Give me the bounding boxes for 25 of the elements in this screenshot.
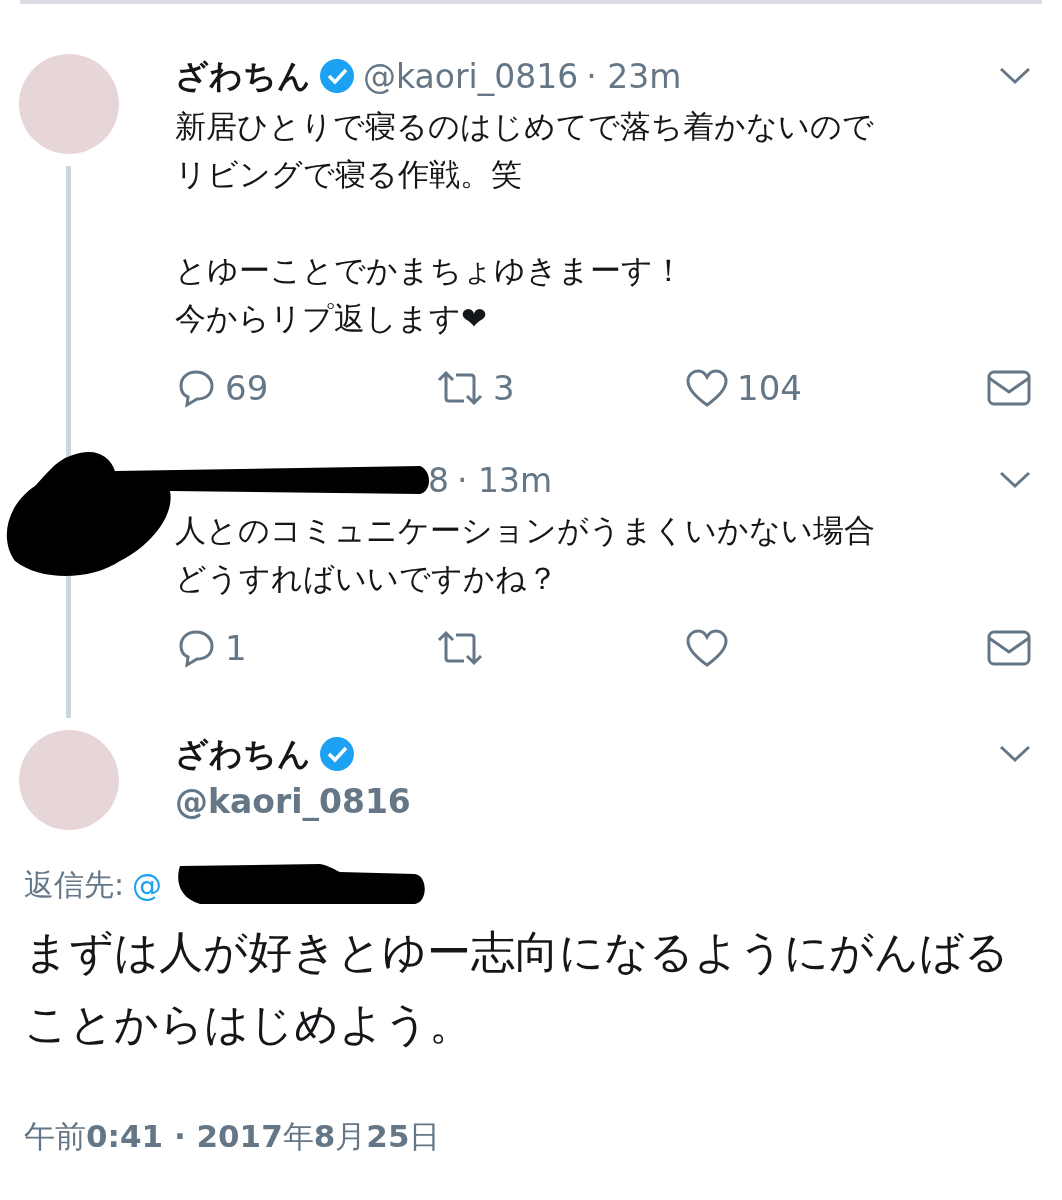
reply-handle[interactable]: @	[132, 867, 163, 903]
user-name[interactable]: ざわちん	[175, 731, 311, 777]
retweet-icon[interactable]	[435, 628, 485, 668]
tweet-text: まずは人が好きとゆー志向になるようにがんばることからはじめよう。	[24, 925, 1010, 1051]
heart-icon[interactable]	[685, 628, 729, 668]
action-count: 3	[493, 368, 515, 408]
retweet-icon[interactable]	[435, 368, 485, 408]
reply-to-label: 返信先:	[24, 865, 125, 904]
mail-icon[interactable]	[986, 368, 1032, 408]
chevron-down-icon[interactable]	[998, 470, 1032, 490]
heart-icon[interactable]	[685, 368, 729, 408]
action-count: 69	[225, 368, 269, 408]
user-handle[interactable]: 8	[428, 460, 449, 500]
user-handle[interactable]: @kaori_0816	[363, 56, 579, 96]
mail-icon[interactable]	[986, 628, 1032, 668]
user-handle[interactable]: @kaori_0816	[175, 782, 1032, 821]
tweet-time: · 13m	[457, 460, 553, 500]
tweet-time: · 23m	[586, 56, 682, 96]
chevron-down-icon[interactable]	[998, 744, 1032, 764]
tweet-text: 人とのコミュニケーションがうまくいかない場合 どうすればいいですかね？	[175, 511, 876, 598]
tweet-text: 新居ひとりで寝るのはじめてで落ち着かないので リビングで寝る作戦。笑 とゆーことでかまちょゆきまーす！ 今からリプ返します❤	[175, 107, 875, 338]
user-name[interactable]: ざわちん	[175, 53, 311, 99]
chevron-down-icon[interactable]	[998, 66, 1032, 86]
action-count: 104	[737, 368, 802, 408]
action-count: 1	[225, 628, 247, 668]
